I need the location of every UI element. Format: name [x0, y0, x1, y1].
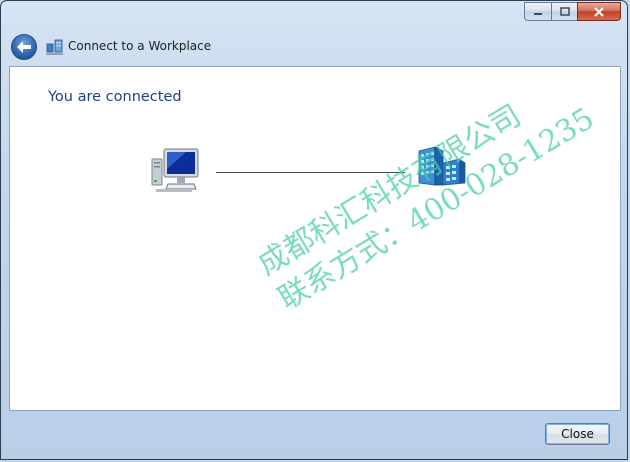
computer-icon — [151, 148, 199, 192]
back-button[interactable] — [11, 34, 37, 60]
close-button[interactable]: Close — [545, 423, 610, 445]
window-title: Connect to a Workplace — [68, 39, 212, 53]
page-heading: You are connected — [48, 89, 182, 105]
wizard-window: Connect to a Workplace You are connected — [0, 0, 628, 460]
minimize-icon — [534, 12, 542, 15]
wizard-footer: Close — [1, 411, 627, 461]
back-arrow-icon — [17, 41, 31, 53]
workplace-building-icon — [418, 146, 466, 186]
minimize-button[interactable] — [524, 2, 551, 21]
title-bar — [1, 1, 627, 29]
wizard-content: You are connected — [9, 66, 621, 411]
maximize-button[interactable] — [551, 2, 577, 21]
caption-buttons — [524, 2, 621, 21]
maximize-icon — [559, 7, 570, 16]
network-connection-icon — [46, 39, 63, 55]
connection-line — [216, 172, 405, 173]
close-icon — [594, 6, 604, 17]
close-window-button[interactable] — [577, 2, 621, 21]
wizard-navigation: Connect to a Workplace — [1, 29, 627, 65]
